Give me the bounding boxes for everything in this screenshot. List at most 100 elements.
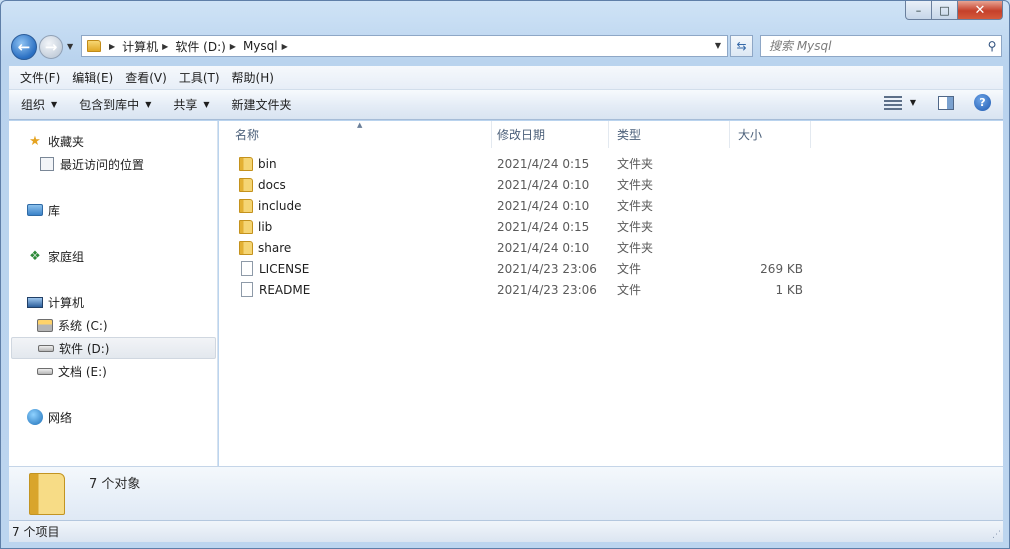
organize-button[interactable]: 组织 ▼: [21, 96, 57, 113]
nav-drive-d[interactable]: 软件 (D:): [11, 337, 216, 359]
change-view-icon[interactable]: [883, 95, 902, 110]
breadcrumb-label: 软件 (D:): [175, 39, 226, 54]
new-folder-button[interactable]: 新建文件夹: [232, 96, 292, 113]
nav-label: 收藏夹: [48, 134, 85, 149]
sort-ascending-icon: ▲: [357, 121, 363, 129]
file-row[interactable]: include 2021/4/24 0:10 文件夹: [219, 195, 1003, 216]
nav-homegroup[interactable]: ❖ 家庭组: [27, 245, 84, 267]
share-button[interactable]: 共享 ▼: [173, 96, 209, 113]
search-box[interactable]: ⚲: [760, 35, 1002, 57]
file-type: 文件: [617, 262, 642, 276]
recent-pages-dropdown[interactable]: ▼: [67, 42, 73, 51]
chevron-right-icon: ▶: [162, 41, 169, 51]
maximize-button[interactable]: □: [932, 1, 958, 20]
explorer-window: – □ ✕ ← → ▼ ▶ 计算机▶ 软件 (D:)▶ Mysql▶ ▼ ⇆ ⚲…: [0, 0, 1010, 549]
file-row[interactable]: lib 2021/4/24 0:15 文件夹: [219, 216, 1003, 237]
file-row[interactable]: share 2021/4/24 0:10 文件夹: [219, 237, 1003, 258]
folder-icon: [29, 473, 65, 515]
refresh-button[interactable]: ⇆: [730, 35, 753, 57]
file-size: 269 KB: [760, 261, 803, 276]
minimize-button[interactable]: –: [905, 1, 932, 20]
preview-pane-icon[interactable]: [938, 95, 954, 110]
file-icon: [241, 282, 253, 297]
toolbar-right: ▼ ?: [883, 94, 991, 111]
file-type: 文件夹: [617, 178, 654, 192]
menu-view[interactable]: 查看(V): [120, 69, 172, 86]
nav-libraries[interactable]: 库: [27, 199, 60, 221]
breadcrumb-computer[interactable]: 计算机 ▶: [122, 38, 175, 55]
resize-grip-icon[interactable]: ⋰: [992, 530, 1001, 540]
file-icon: [241, 261, 253, 276]
caption-buttons: – □ ✕: [905, 1, 1003, 20]
file-row[interactable]: README 2021/4/23 23:06 文件 1 KB: [219, 279, 1003, 300]
back-button[interactable]: ←: [11, 34, 37, 60]
column-label: 名称: [235, 128, 260, 142]
folder-icon: [239, 177, 253, 192]
chevron-down-icon: ▼: [145, 100, 152, 109]
nav-drive-e[interactable]: 文档 (E:): [37, 360, 107, 382]
file-size: 1 KB: [775, 282, 803, 297]
chevron-right-icon: ▶: [229, 41, 236, 51]
folder-icon: [239, 156, 253, 171]
chevron-down-icon: ▼: [51, 100, 58, 109]
homegroup-icon: ❖: [29, 248, 41, 264]
nav-computer[interactable]: 计算机: [27, 291, 84, 313]
menu-file[interactable]: 文件(F): [15, 69, 65, 86]
breadcrumb-drive-d[interactable]: 软件 (D:) ▶: [175, 38, 243, 55]
file-type: 文件夹: [617, 220, 654, 234]
nav-network[interactable]: 网络: [27, 406, 72, 428]
nav-label: 文档 (E:): [58, 364, 107, 379]
file-row[interactable]: docs 2021/4/24 0:10 文件夹: [219, 174, 1003, 195]
organize-label: 组织: [21, 98, 46, 112]
file-row[interactable]: LICENSE 2021/4/23 23:06 文件 269 KB: [219, 258, 1003, 279]
search-input[interactable]: [761, 37, 983, 55]
nav-label: 系统 (C:): [58, 318, 108, 333]
close-button[interactable]: ✕: [958, 1, 1003, 20]
navigation-pane: ★ 收藏夹 最近访问的位置 库 ❖ 家庭组 计算机 系统 (C:) 软件 (D:) …: [9, 121, 218, 466]
file-date: 2021/4/24 0:10: [497, 240, 590, 255]
nav-favorites[interactable]: ★ 收藏夹: [27, 130, 84, 152]
column-header-size[interactable]: 大小: [730, 121, 811, 148]
nav-label: 软件 (D:): [59, 341, 110, 356]
arrow-left-icon: ←: [17, 38, 31, 56]
include-in-library-label: 包含到库中: [79, 98, 140, 112]
nav-label: 最近访问的位置: [60, 157, 145, 172]
system-drive-icon: [37, 317, 53, 333]
column-label: 类型: [617, 128, 642, 142]
search-icon[interactable]: ⚲: [983, 39, 1001, 53]
file-type: 文件夹: [617, 199, 654, 213]
network-icon: [27, 409, 43, 425]
forward-button[interactable]: →: [39, 35, 63, 59]
column-header-date[interactable]: 修改日期: [489, 121, 609, 148]
address-history-dropdown[interactable]: ▼: [715, 41, 721, 50]
nav-drive-c[interactable]: 系统 (C:): [37, 314, 108, 336]
file-name: docs: [258, 177, 286, 192]
column-label: 大小: [738, 128, 763, 142]
file-row[interactable]: bin 2021/4/24 0:15 文件夹: [219, 153, 1003, 174]
breadcrumb-label: Mysql: [242, 39, 278, 53]
address-bar[interactable]: ▶ 计算机 ▶ 软件 (D:) ▶ Mysql ▶ ▼: [81, 35, 728, 57]
nav-label: 网络: [48, 410, 73, 425]
folder-icon: [239, 198, 253, 213]
status-bar: 7 个项目 ⋰: [9, 520, 1003, 542]
menu-bar: 文件(F) 编辑(E) 查看(V) 工具(T) 帮助(H): [9, 66, 1003, 90]
breadcrumb-root-arrow[interactable]: ▶: [105, 42, 122, 51]
nav-recent-places[interactable]: 最近访问的位置: [39, 153, 144, 175]
menu-edit[interactable]: 编辑(E): [67, 69, 118, 86]
chevron-down-icon: ▼: [203, 100, 210, 109]
help-icon[interactable]: ?: [974, 94, 991, 111]
column-header-type[interactable]: 类型: [609, 121, 730, 148]
view-options-dropdown[interactable]: ▼: [910, 98, 916, 107]
new-folder-label: 新建文件夹: [231, 98, 292, 112]
chevron-right-icon: ▶: [281, 41, 288, 51]
file-date: 2021/4/24 0:10: [497, 198, 590, 213]
nav-label: 库: [48, 203, 61, 218]
include-in-library-button[interactable]: 包含到库中 ▼: [79, 96, 151, 113]
menu-help[interactable]: 帮助(H): [227, 69, 279, 86]
file-name: LICENSE: [259, 261, 310, 276]
computer-icon: [27, 294, 43, 310]
menu-tools[interactable]: 工具(T): [174, 69, 225, 86]
file-type: 文件夹: [617, 157, 654, 171]
file-name: README: [259, 282, 311, 297]
breadcrumb-mysql[interactable]: Mysql ▶: [243, 39, 295, 53]
